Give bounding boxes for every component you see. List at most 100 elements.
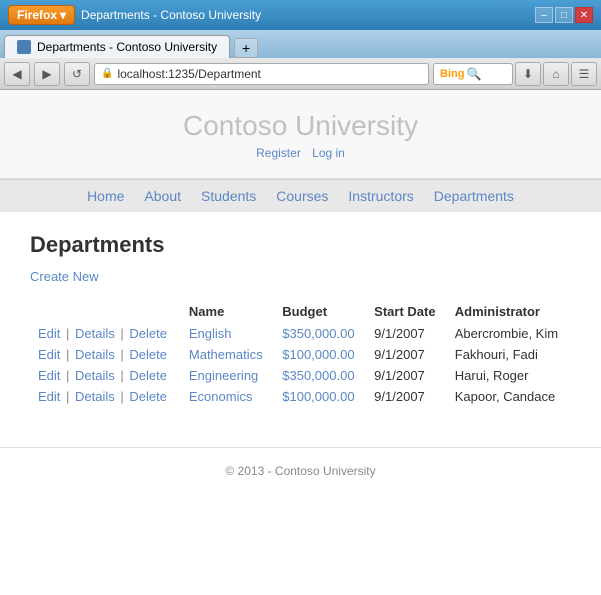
col-start-date: Start Date	[366, 300, 447, 323]
maximize-button[interactable]: □	[555, 7, 573, 23]
minimize-button[interactable]: –	[535, 7, 553, 23]
nav-students[interactable]: Students	[201, 188, 256, 204]
table-row: Edit | Details | DeleteMathematics$100,0…	[30, 344, 571, 365]
new-tab-button[interactable]: +	[234, 38, 258, 58]
table-body: Edit | Details | DeleteEnglish$350,000.0…	[30, 323, 571, 407]
action-separator: |	[117, 326, 128, 341]
browser-content: Contoso University Register Log in Home …	[0, 90, 601, 595]
refresh-button[interactable]: ↺	[64, 62, 90, 86]
dept-name: English	[181, 323, 274, 344]
table-header: Name Budget Start Date Administrator	[30, 300, 571, 323]
dept-start-date: 9/1/2007	[366, 323, 447, 344]
auth-links: Register Log in	[0, 146, 601, 160]
table-row: Edit | Details | DeleteEconomics$100,000…	[30, 386, 571, 407]
dept-start-date: 9/1/2007	[366, 344, 447, 365]
nav-departments[interactable]: Departments	[434, 188, 514, 204]
page-header: Contoso University Register Log in	[0, 90, 601, 179]
tab-bar: Departments - Contoso University +	[0, 30, 601, 58]
menu-button[interactable]: ☰	[571, 62, 597, 86]
action-delete-3[interactable]: Delete	[129, 389, 167, 404]
dept-name: Economics	[181, 386, 274, 407]
action-separator: |	[62, 389, 73, 404]
dept-admin: Abercrombie, Kim	[447, 323, 571, 344]
nav-home[interactable]: Home	[87, 188, 124, 204]
nav-right-controls: Bing 🔍 ⬇ ⌂ ☰	[433, 62, 597, 86]
window-controls: – □ ✕	[535, 7, 593, 23]
dept-admin: Harui, Roger	[447, 365, 571, 386]
dept-name: Mathematics	[181, 344, 274, 365]
forward-button[interactable]: ▶	[34, 62, 60, 86]
table-header-row: Name Budget Start Date Administrator	[30, 300, 571, 323]
action-edit-2[interactable]: Edit	[38, 368, 60, 383]
dept-start-date: 9/1/2007	[366, 365, 447, 386]
tab-favicon	[17, 40, 31, 54]
table-row: Edit | Details | DeleteEngineering$350,0…	[30, 365, 571, 386]
firefox-arrow: ▾	[60, 8, 66, 22]
search-icon: 🔍	[466, 67, 481, 81]
login-link[interactable]: Log in	[312, 146, 345, 160]
page: Contoso University Register Log in Home …	[0, 90, 601, 595]
row-actions: Edit | Details | Delete	[30, 323, 181, 344]
url-lock-icon: 🔒	[101, 68, 113, 79]
tab-title: Departments - Contoso University	[81, 8, 261, 22]
action-details-1[interactable]: Details	[75, 347, 115, 362]
action-separator: |	[117, 347, 128, 362]
nav-courses[interactable]: Courses	[276, 188, 328, 204]
action-edit-1[interactable]: Edit	[38, 347, 60, 362]
url-bar[interactable]: 🔒 localhost:1235/Department	[94, 63, 429, 85]
home-button[interactable]: ⌂	[543, 62, 569, 86]
create-new-link[interactable]: Create New	[30, 269, 99, 284]
search-bar[interactable]: Bing 🔍	[433, 63, 513, 85]
page-footer: © 2013 - Contoso University	[0, 447, 601, 494]
row-actions: Edit | Details | Delete	[30, 344, 181, 365]
action-delete-1[interactable]: Delete	[129, 347, 167, 362]
col-budget: Budget	[274, 300, 366, 323]
action-delete-0[interactable]: Delete	[129, 326, 167, 341]
action-separator: |	[117, 389, 128, 404]
register-link[interactable]: Register	[256, 146, 301, 160]
dept-start-date: 9/1/2007	[366, 386, 447, 407]
action-details-2[interactable]: Details	[75, 368, 115, 383]
col-actions	[30, 300, 181, 323]
row-actions: Edit | Details | Delete	[30, 365, 181, 386]
bing-logo: Bing	[440, 68, 464, 80]
col-admin: Administrator	[447, 300, 571, 323]
main-nav: Home About Students Courses Instructors …	[0, 179, 601, 212]
action-edit-0[interactable]: Edit	[38, 326, 60, 341]
dept-budget: $350,000.00	[274, 365, 366, 386]
action-separator: |	[62, 347, 73, 362]
action-separator: |	[62, 368, 73, 383]
action-separator: |	[62, 326, 73, 341]
dept-budget: $100,000.00	[274, 386, 366, 407]
main-content: Departments Create New Name Budget Start…	[0, 212, 601, 427]
nav-instructors[interactable]: Instructors	[348, 188, 413, 204]
dept-admin: Kapoor, Candace	[447, 386, 571, 407]
dept-name: Engineering	[181, 365, 274, 386]
url-text: localhost:1235/Department	[117, 67, 260, 81]
site-title: Contoso University	[0, 110, 601, 142]
nav-about[interactable]: About	[144, 188, 181, 204]
row-actions: Edit | Details | Delete	[30, 386, 181, 407]
nav-bar: ◀ ▶ ↺ 🔒 localhost:1235/Department Bing 🔍…	[0, 58, 601, 90]
action-edit-3[interactable]: Edit	[38, 389, 60, 404]
dept-admin: Fakhouri, Fadi	[447, 344, 571, 365]
footer-text: © 2013 - Contoso University	[225, 464, 375, 478]
dept-budget: $350,000.00	[274, 323, 366, 344]
table-row: Edit | Details | DeleteEnglish$350,000.0…	[30, 323, 571, 344]
firefox-label: Firefox	[17, 8, 57, 22]
action-delete-2[interactable]: Delete	[129, 368, 167, 383]
action-separator: |	[117, 368, 128, 383]
close-button[interactable]: ✕	[575, 7, 593, 23]
back-button[interactable]: ◀	[4, 62, 30, 86]
firefox-button[interactable]: Firefox ▾	[8, 5, 75, 25]
action-details-3[interactable]: Details	[75, 389, 115, 404]
title-bar-left: Firefox ▾ Departments - Contoso Universi…	[8, 5, 261, 25]
active-tab[interactable]: Departments - Contoso University	[4, 35, 230, 58]
action-details-0[interactable]: Details	[75, 326, 115, 341]
col-name: Name	[181, 300, 274, 323]
departments-table: Name Budget Start Date Administrator Edi…	[30, 300, 571, 407]
downloads-button[interactable]: ⬇	[515, 62, 541, 86]
dept-budget: $100,000.00	[274, 344, 366, 365]
tab-label: Departments - Contoso University	[37, 40, 217, 54]
title-bar: Firefox ▾ Departments - Contoso Universi…	[0, 0, 601, 30]
